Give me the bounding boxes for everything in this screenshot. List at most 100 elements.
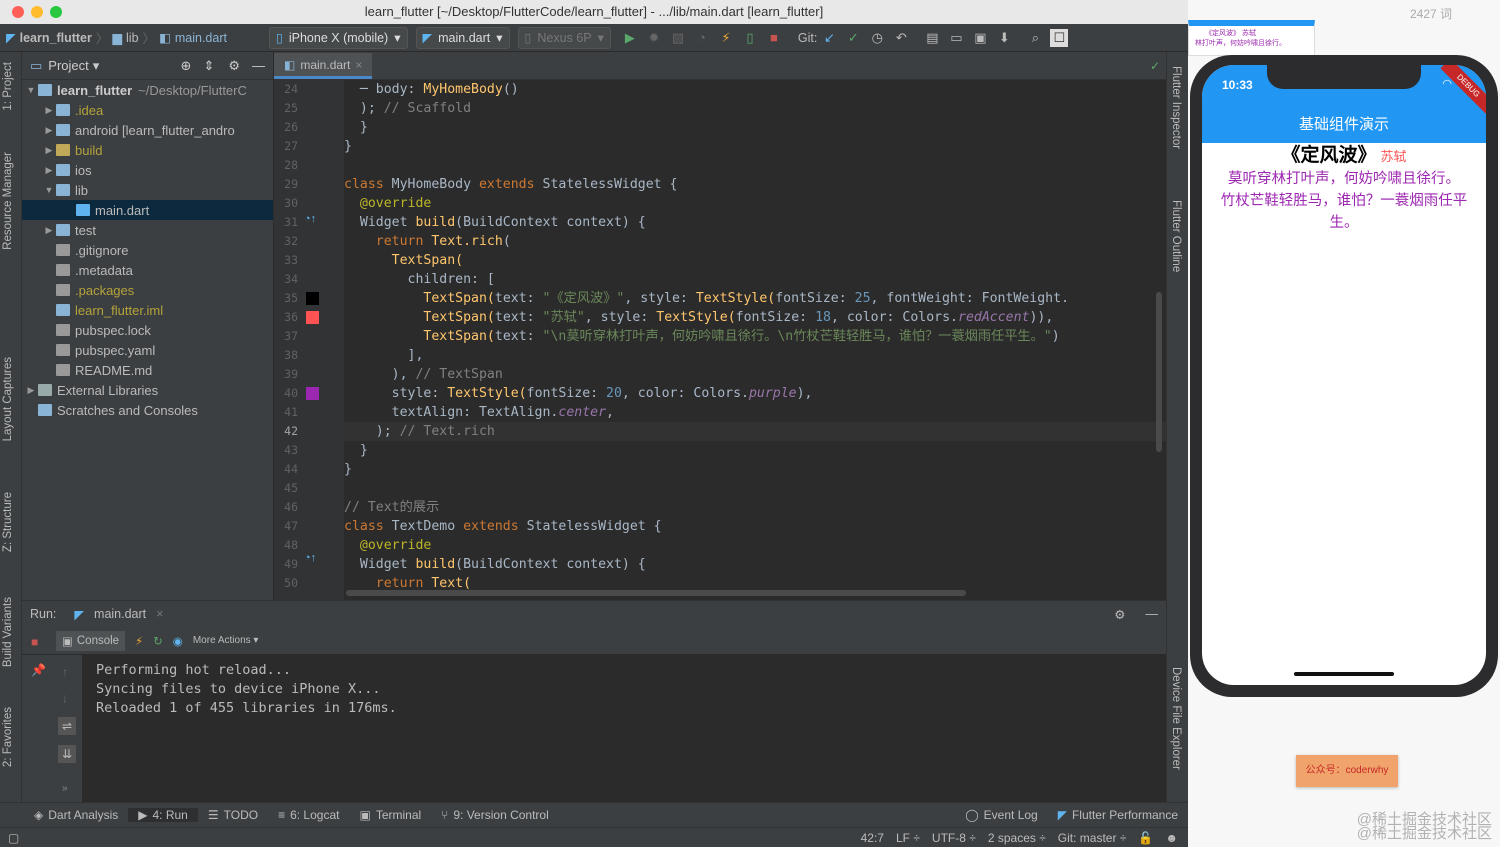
debug-icon[interactable]: ✹ — [645, 29, 663, 47]
coverage-icon[interactable]: ▨ — [669, 29, 687, 47]
chevron-right-icon[interactable]: ▶ — [42, 145, 56, 156]
event-log-tab[interactable]: ◯ Event Log — [955, 808, 1047, 822]
console-output[interactable]: Performing hot reload... Syncing files t… — [82, 655, 1166, 802]
soft-wrap-icon[interactable]: ⇌ — [58, 717, 77, 735]
tree-item[interactable]: main.dart — [22, 200, 273, 220]
layout-icon[interactable]: ▭ — [947, 29, 965, 47]
scroll-to-end-icon[interactable]: ⇊ — [58, 745, 77, 763]
tree-item[interactable]: .gitignore — [22, 240, 273, 260]
user-icon[interactable]: ☐ — [1050, 28, 1069, 47]
hide-icon[interactable]: — — [252, 58, 265, 73]
chevron-right-icon[interactable]: ▶ — [42, 105, 56, 116]
expand-icon[interactable]: » — [62, 783, 68, 794]
revert-icon[interactable]: ↶ — [892, 29, 910, 47]
project-tab[interactable]: 1: Project — [2, 62, 14, 111]
horizontal-scrollbar[interactable] — [346, 590, 966, 596]
device-file-explorer-tab[interactable]: Device File Explorer — [1170, 667, 1182, 770]
project-view-selector[interactable]: Project — [48, 58, 88, 73]
close-icon[interactable]: × — [355, 58, 362, 72]
layout-toggle-icon[interactable]: ▢ — [8, 831, 19, 845]
gear-icon[interactable]: ⚙ — [1114, 607, 1125, 622]
override-icon[interactable]: ◔↑ — [304, 213, 316, 225]
tree-item[interactable]: ▶ External Libraries — [22, 380, 273, 400]
device-selector[interactable]: ▯ iPhone X (mobile) ▾ — [268, 26, 408, 49]
line-separator[interactable]: LF ÷ — [896, 831, 920, 845]
project-structure-icon[interactable]: ▤ — [923, 29, 941, 47]
run-tab[interactable]: main.dart — [94, 607, 146, 621]
search-icon[interactable]: ⌕ — [1026, 29, 1044, 47]
avd-manager-icon[interactable]: ▣ — [971, 29, 989, 47]
tree-item[interactable]: ▶ .idea — [22, 100, 273, 120]
resource-manager-tab[interactable]: Resource Manager — [2, 152, 14, 250]
run-tool-tab[interactable]: ▶ 4: Run — [128, 808, 198, 822]
color-swatch-black[interactable] — [306, 292, 319, 305]
pin-icon[interactable]: 📌 — [31, 663, 46, 677]
scroll-up-icon[interactable]: ↑ — [62, 665, 68, 679]
tree-item[interactable]: .packages — [22, 280, 273, 300]
tree-item[interactable]: ▶ test — [22, 220, 273, 240]
lock-icon[interactable]: 🔓 — [1138, 831, 1153, 845]
tree-item[interactable]: ▶ android [learn_flutter_andro — [22, 120, 273, 140]
encoding[interactable]: UTF-8 ÷ — [932, 831, 976, 845]
console-tab[interactable]: ▣ Console — [56, 630, 126, 651]
git-commit-icon[interactable]: ✓ — [844, 29, 862, 47]
run-config-selector[interactable]: ◤ main.dart ▾ — [415, 26, 510, 49]
editor-tab-main-dart[interactable]: ◧ main.dart × — [274, 53, 373, 79]
tree-item[interactable]: .metadata — [22, 260, 273, 280]
gear-icon[interactable]: ⚙ — [228, 58, 240, 74]
breadcrumb-lib[interactable]: lib — [126, 31, 139, 45]
code-area[interactable]: ─ body: MyHomeBody() ); // Scaffold } } … — [344, 80, 1166, 600]
chevron-right-icon[interactable]: ▶ — [24, 385, 38, 396]
tree-item[interactable]: README.md — [22, 360, 273, 380]
cursor-position[interactable]: 42:7 — [861, 831, 884, 845]
indent[interactable]: 2 spaces ÷ — [988, 831, 1046, 845]
override-icon[interactable]: ◔↑ — [304, 552, 316, 564]
tree-item[interactable]: Scratches and Consoles — [22, 400, 273, 420]
structure-tab[interactable]: Z: Structure — [2, 492, 14, 552]
color-swatch-purple[interactable] — [306, 387, 319, 400]
flutter-performance-tab[interactable]: ◤ Flutter Performance — [1048, 808, 1188, 822]
collapse-icon[interactable]: ⇕ — [203, 58, 214, 74]
hot-reload-icon[interactable]: ⚡ — [135, 634, 143, 648]
locate-icon[interactable]: ⊕ — [181, 58, 192, 74]
stop-icon[interactable]: ■ — [765, 29, 783, 47]
hide-icon[interactable]: — — [1146, 607, 1159, 621]
git-branch[interactable]: Git: master ÷ — [1058, 831, 1127, 845]
close-icon[interactable]: × — [156, 607, 163, 621]
build-variants-tab[interactable]: Build Variants — [2, 597, 14, 667]
tree-item[interactable]: learn_flutter.iml — [22, 300, 273, 320]
logcat-tab[interactable]: ≡ 6: Logcat — [268, 808, 349, 822]
todo-tab[interactable]: ☰ TODO — [198, 808, 268, 822]
zoom-window-button[interactable] — [50, 6, 62, 18]
flutter-inspector-tab[interactable]: Flutter Inspector — [1170, 66, 1182, 149]
run-icon[interactable]: ▶ — [621, 29, 639, 47]
emulator-selector[interactable]: ▯ Nexus 6P ▾ — [517, 26, 611, 49]
color-swatch-red-accent[interactable] — [306, 311, 319, 324]
minimize-window-button[interactable] — [31, 6, 43, 18]
breadcrumb-project[interactable]: learn_flutter — [20, 31, 92, 45]
chevron-down-icon[interactable]: ▼ — [42, 185, 56, 195]
profile-icon[interactable]: ◔ — [693, 29, 711, 47]
vertical-scrollbar[interactable] — [1156, 292, 1162, 452]
favorites-tab[interactable]: 2: Favorites — [2, 707, 14, 767]
tree-item[interactable]: pubspec.lock — [22, 320, 273, 340]
hot-restart-icon[interactable]: ↻ — [153, 634, 163, 648]
version-control-tab[interactable]: ⑂ 9: Version Control — [431, 808, 559, 822]
flutter-outline-tab[interactable]: Flutter Outline — [1170, 200, 1182, 272]
tree-item[interactable]: ▶ build — [22, 140, 273, 160]
terminal-tab[interactable]: ▣ Terminal — [349, 808, 431, 822]
layout-captures-tab[interactable]: Layout Captures — [2, 357, 14, 441]
scroll-down-icon[interactable]: ↓ — [62, 691, 68, 705]
tree-item[interactable]: ▼ lib — [22, 180, 273, 200]
inspector-icon[interactable]: ☻ — [1165, 831, 1178, 845]
chevron-right-icon[interactable]: ▶ — [42, 225, 56, 236]
tree-item[interactable]: ▶ ios — [22, 160, 273, 180]
tree-item[interactable]: pubspec.yaml — [22, 340, 273, 360]
tree-item-root[interactable]: ▼ learn_flutter ~/Desktop/FlutterC — [22, 80, 273, 100]
devtools-icon[interactable]: ◉ — [173, 634, 183, 648]
hot-reload-icon[interactable]: ⚡ — [717, 29, 735, 47]
stop-icon[interactable]: ■ — [31, 635, 38, 649]
chevron-right-icon[interactable]: ▶ — [42, 165, 56, 176]
sdk-manager-icon[interactable]: ⬇ — [995, 29, 1013, 47]
history-icon[interactable]: ◷ — [868, 29, 886, 47]
